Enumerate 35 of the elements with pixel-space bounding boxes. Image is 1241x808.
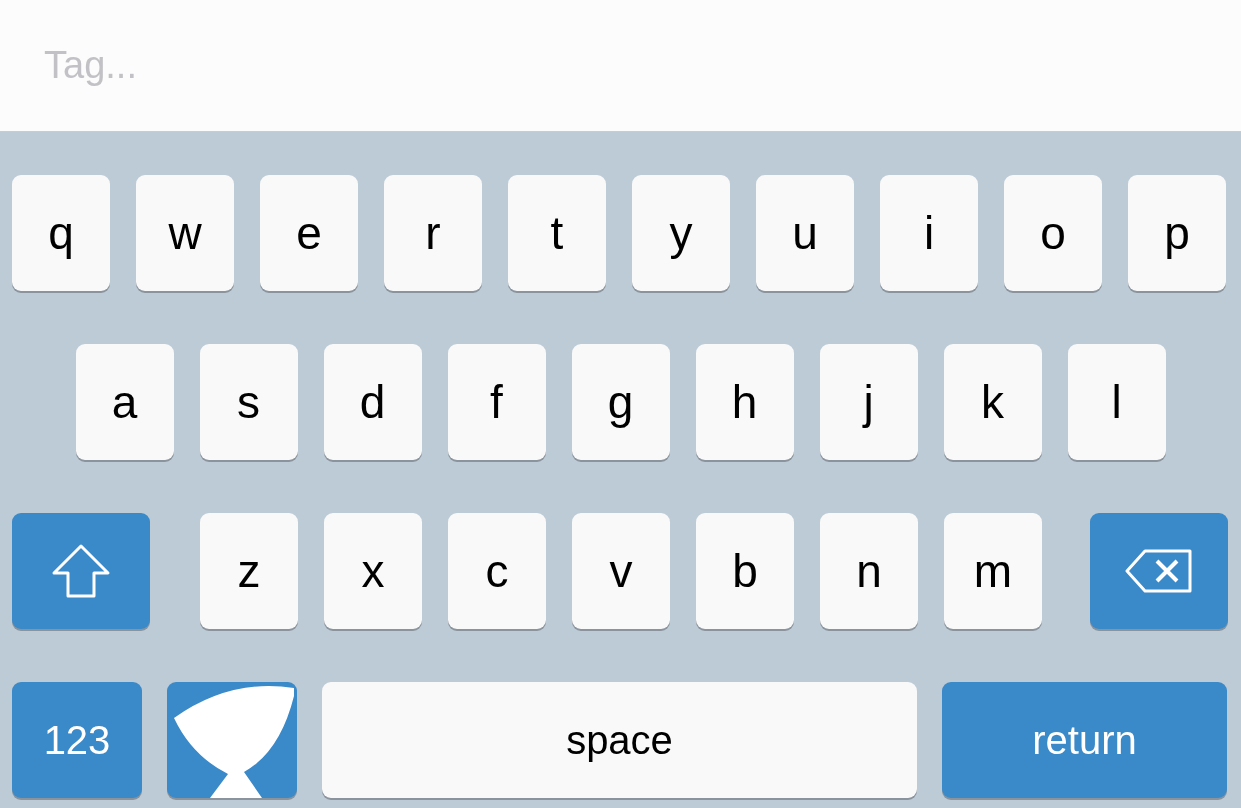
letter-key[interactable]: i	[880, 175, 978, 291]
space-key[interactable]: space	[322, 682, 917, 798]
letter-key[interactable]: r	[384, 175, 482, 291]
letter-key[interactable]: h	[695, 344, 794, 460]
number-key[interactable]: 123	[12, 682, 142, 798]
letter-key[interactable]: s	[199, 344, 298, 460]
letter-key[interactable]: t	[508, 175, 606, 291]
letter-key[interactable]: j	[819, 344, 918, 460]
letter-key[interactable]: a	[75, 344, 174, 460]
backspace-icon	[1125, 549, 1193, 593]
letter-key[interactable]: u	[756, 175, 854, 291]
backspace-key[interactable]	[1090, 513, 1228, 629]
letter-key[interactable]: w	[136, 175, 234, 291]
letter-key[interactable]: c	[448, 513, 546, 629]
letter-key[interactable]: k	[943, 344, 1042, 460]
letter-key[interactable]: p	[1128, 175, 1226, 291]
letter-key[interactable]: e	[260, 175, 358, 291]
letter-key[interactable]: o	[1004, 175, 1102, 291]
letter-key[interactable]: l	[1067, 344, 1166, 460]
letter-key[interactable]: v	[572, 513, 670, 629]
letter-key[interactable]: d	[323, 344, 422, 460]
letter-key[interactable]: x	[324, 513, 422, 629]
letter-key[interactable]: g	[571, 344, 670, 460]
letter-key[interactable]: f	[447, 344, 546, 460]
letter-key[interactable]: z	[200, 513, 298, 629]
shift-key[interactable]	[12, 513, 150, 629]
tag-field[interactable]: Tag...	[44, 44, 644, 87]
letter-key[interactable]: q	[12, 175, 110, 291]
keyboard-switch-key[interactable]	[167, 682, 297, 798]
letter-key[interactable]: b	[696, 513, 794, 629]
return-key[interactable]: return	[942, 682, 1227, 798]
letter-key[interactable]: m	[944, 513, 1042, 629]
letter-key[interactable]: y	[632, 175, 730, 291]
shift-icon	[51, 543, 111, 599]
letter-key[interactable]: n	[820, 513, 918, 629]
